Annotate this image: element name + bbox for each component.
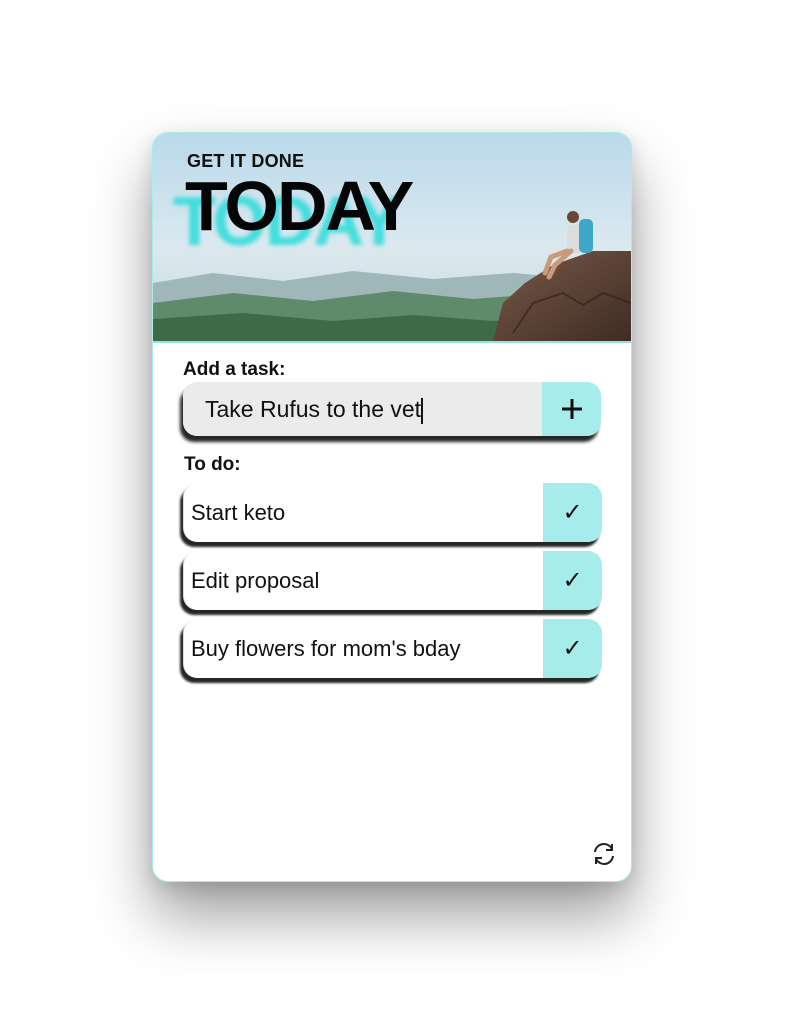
check-icon: ✓ [562,567,583,594]
task-item: Start keto ✓ [183,483,602,542]
todo-label: To do: [184,454,241,475]
task-text: Start keto [191,500,286,525]
task-item: Edit proposal ✓ [183,551,602,610]
complete-task-button[interactable]: ✓ [543,619,602,678]
add-task-input[interactable]: Take Rufus to the vet [183,382,542,436]
task-text: Edit proposal [191,568,320,593]
check-icon: ✓ [562,499,583,526]
task-item: Buy flowers for mom's bday ✓ [183,619,602,678]
add-task-row: Take Rufus to the vet [183,382,601,436]
hero-title: TODAY [185,167,414,245]
add-task-label: Add a task: [183,359,286,380]
complete-task-button[interactable]: ✓ [543,551,602,610]
complete-task-button[interactable]: ✓ [543,483,602,542]
task-text: Buy flowers for mom's bday [191,636,461,661]
hero-banner: TODAY GET IT DONE TODAY [153,133,631,343]
task-list: Start keto ✓ Edit proposal ✓ Buy flowers… [183,483,602,687]
plus-icon [561,399,582,419]
add-task-button[interactable] [542,382,601,436]
check-icon: ✓ [562,635,583,662]
refresh-icon [594,843,614,865]
text-caret [421,397,424,424]
todo-card: TODAY GET IT DONE TODAY Add a task: Take… [152,132,632,882]
refresh-button[interactable] [590,840,618,868]
add-task-input-value: Take Rufus to the vet [205,396,422,422]
